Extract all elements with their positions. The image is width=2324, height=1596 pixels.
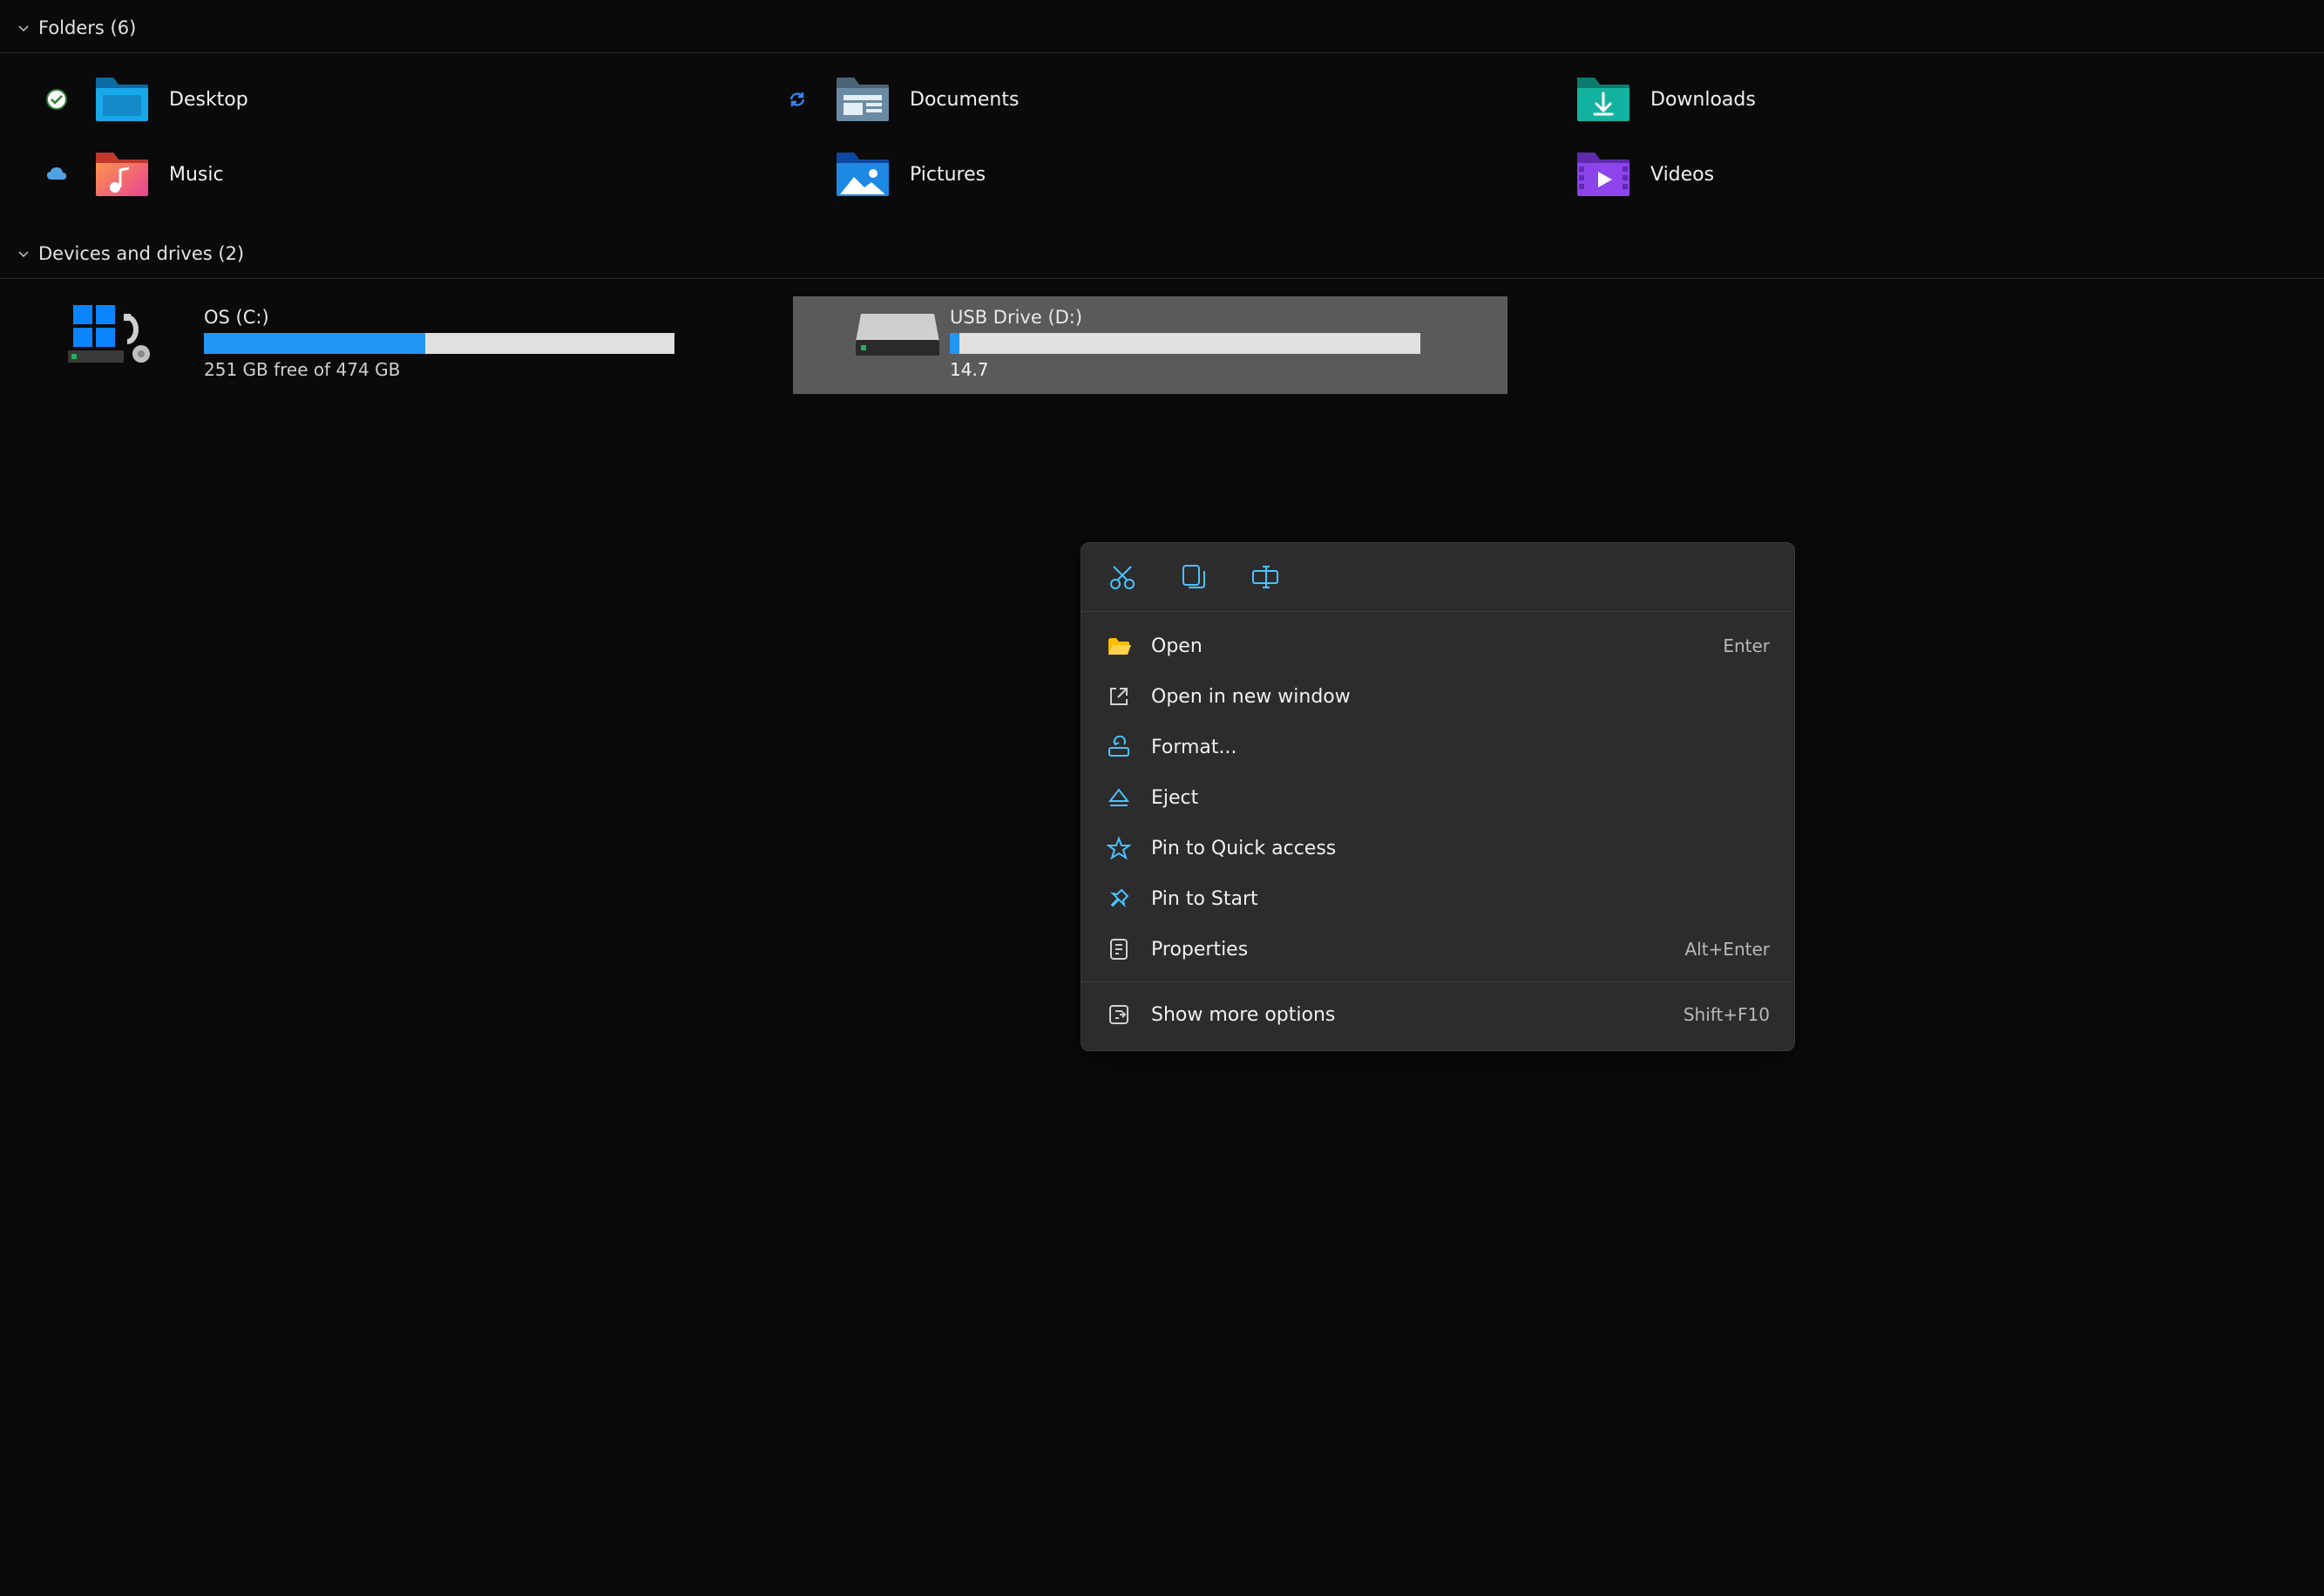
chevron-down-icon <box>17 22 30 34</box>
ctx-item-properties[interactable]: Properties Alt+Enter <box>1081 924 1794 975</box>
drive-item-usb-d[interactable]: USB Drive (D:) 14.7 <box>793 296 1508 394</box>
drive-usage-fill <box>204 333 425 354</box>
folder-item-documents[interactable]: Documents <box>779 74 1520 125</box>
folder-item-downloads[interactable]: Downloads <box>1520 74 2260 125</box>
chevron-down-icon <box>17 248 30 260</box>
ctx-label: Open <box>1151 635 1704 657</box>
desktop-folder-icon <box>94 76 150 123</box>
context-menu-top-row <box>1081 543 1794 612</box>
cut-button[interactable] <box>1104 559 1141 595</box>
ctx-item-show-more[interactable]: Show more options Shift+F10 <box>1081 989 1794 1040</box>
ctx-item-open[interactable]: Open Enter <box>1081 621 1794 671</box>
folder-label: Videos <box>1650 164 1714 186</box>
star-icon <box>1106 835 1132 861</box>
folder-item-pictures[interactable]: Pictures <box>779 149 1520 200</box>
folder-item-videos[interactable]: Videos <box>1520 149 2260 200</box>
ctx-label: Format... <box>1151 737 1751 758</box>
ctx-item-open-new-window[interactable]: Open in new window <box>1081 671 1794 722</box>
folder-label: Downloads <box>1650 89 1756 111</box>
ctx-label: Properties <box>1151 939 1665 961</box>
music-folder-icon <box>94 151 150 198</box>
pictures-folder-icon <box>835 151 891 198</box>
folder-label: Desktop <box>169 89 248 111</box>
usb-drive-icon <box>854 307 934 363</box>
sync-cloud-icon <box>38 156 75 193</box>
ctx-label: Pin to Quick access <box>1151 838 1751 859</box>
format-icon <box>1106 734 1132 760</box>
folder-label: Documents <box>910 89 1019 111</box>
drive-usage-bar <box>204 333 674 354</box>
sync-check-icon <box>38 81 75 118</box>
ctx-item-pin-start[interactable]: Pin to Start <box>1081 873 1794 924</box>
drive-name: OS (C:) <box>204 307 776 328</box>
folder-label: Pictures <box>910 164 986 186</box>
documents-folder-icon <box>835 76 891 123</box>
folders-section-header[interactable]: Folders (6) <box>0 0 2324 53</box>
folder-item-music[interactable]: Music <box>38 149 779 200</box>
drives-section-title: Devices and drives (2) <box>38 243 244 264</box>
context-menu: Open Enter Open in new window Format... … <box>1081 542 1795 1051</box>
ctx-label: Open in new window <box>1151 686 1751 708</box>
sync-refresh-icon <box>779 81 816 118</box>
drive-usage-fill <box>950 333 959 354</box>
ctx-label: Eject <box>1151 787 1751 809</box>
show-more-icon <box>1106 1002 1132 1028</box>
context-menu-separator <box>1081 981 1794 982</box>
drives-section-header[interactable]: Devices and drives (2) <box>0 226 2324 279</box>
external-window-icon <box>1106 683 1132 710</box>
drive-usage-bar <box>950 333 1420 354</box>
overlay-empty <box>779 156 816 193</box>
copy-button[interactable] <box>1176 559 1212 595</box>
eject-icon <box>1106 784 1132 811</box>
pin-icon <box>1106 886 1132 912</box>
ctx-label: Show more options <box>1151 1004 1664 1026</box>
drive-free-text: 14.7 <box>950 359 1490 380</box>
ctx-item-eject[interactable]: Eject <box>1081 772 1794 823</box>
os-drive-icon <box>52 302 132 357</box>
overlay-empty <box>1520 156 1556 193</box>
folder-open-icon <box>1106 633 1132 659</box>
drive-item-os-c[interactable]: OS (C:) 251 GB free of 474 GB <box>78 296 793 394</box>
rename-button[interactable] <box>1247 559 1284 595</box>
ctx-shortcut: Shift+F10 <box>1684 1004 1770 1025</box>
ctx-shortcut: Enter <box>1723 635 1770 656</box>
videos-folder-icon <box>1575 151 1631 198</box>
folder-label: Music <box>169 164 224 186</box>
ctx-shortcut: Alt+Enter <box>1684 939 1770 960</box>
folders-section-title: Folders (6) <box>38 17 136 38</box>
ctx-label: Pin to Start <box>1151 888 1751 910</box>
overlay-empty <box>1520 81 1556 118</box>
downloads-folder-icon <box>1575 76 1631 123</box>
properties-icon <box>1106 936 1132 962</box>
drive-free-text: 251 GB free of 474 GB <box>204 359 776 380</box>
ctx-item-format[interactable]: Format... <box>1081 722 1794 772</box>
drive-name: USB Drive (D:) <box>950 307 1490 328</box>
ctx-item-pin-quick-access[interactable]: Pin to Quick access <box>1081 823 1794 873</box>
folder-item-desktop[interactable]: Desktop <box>38 74 779 125</box>
